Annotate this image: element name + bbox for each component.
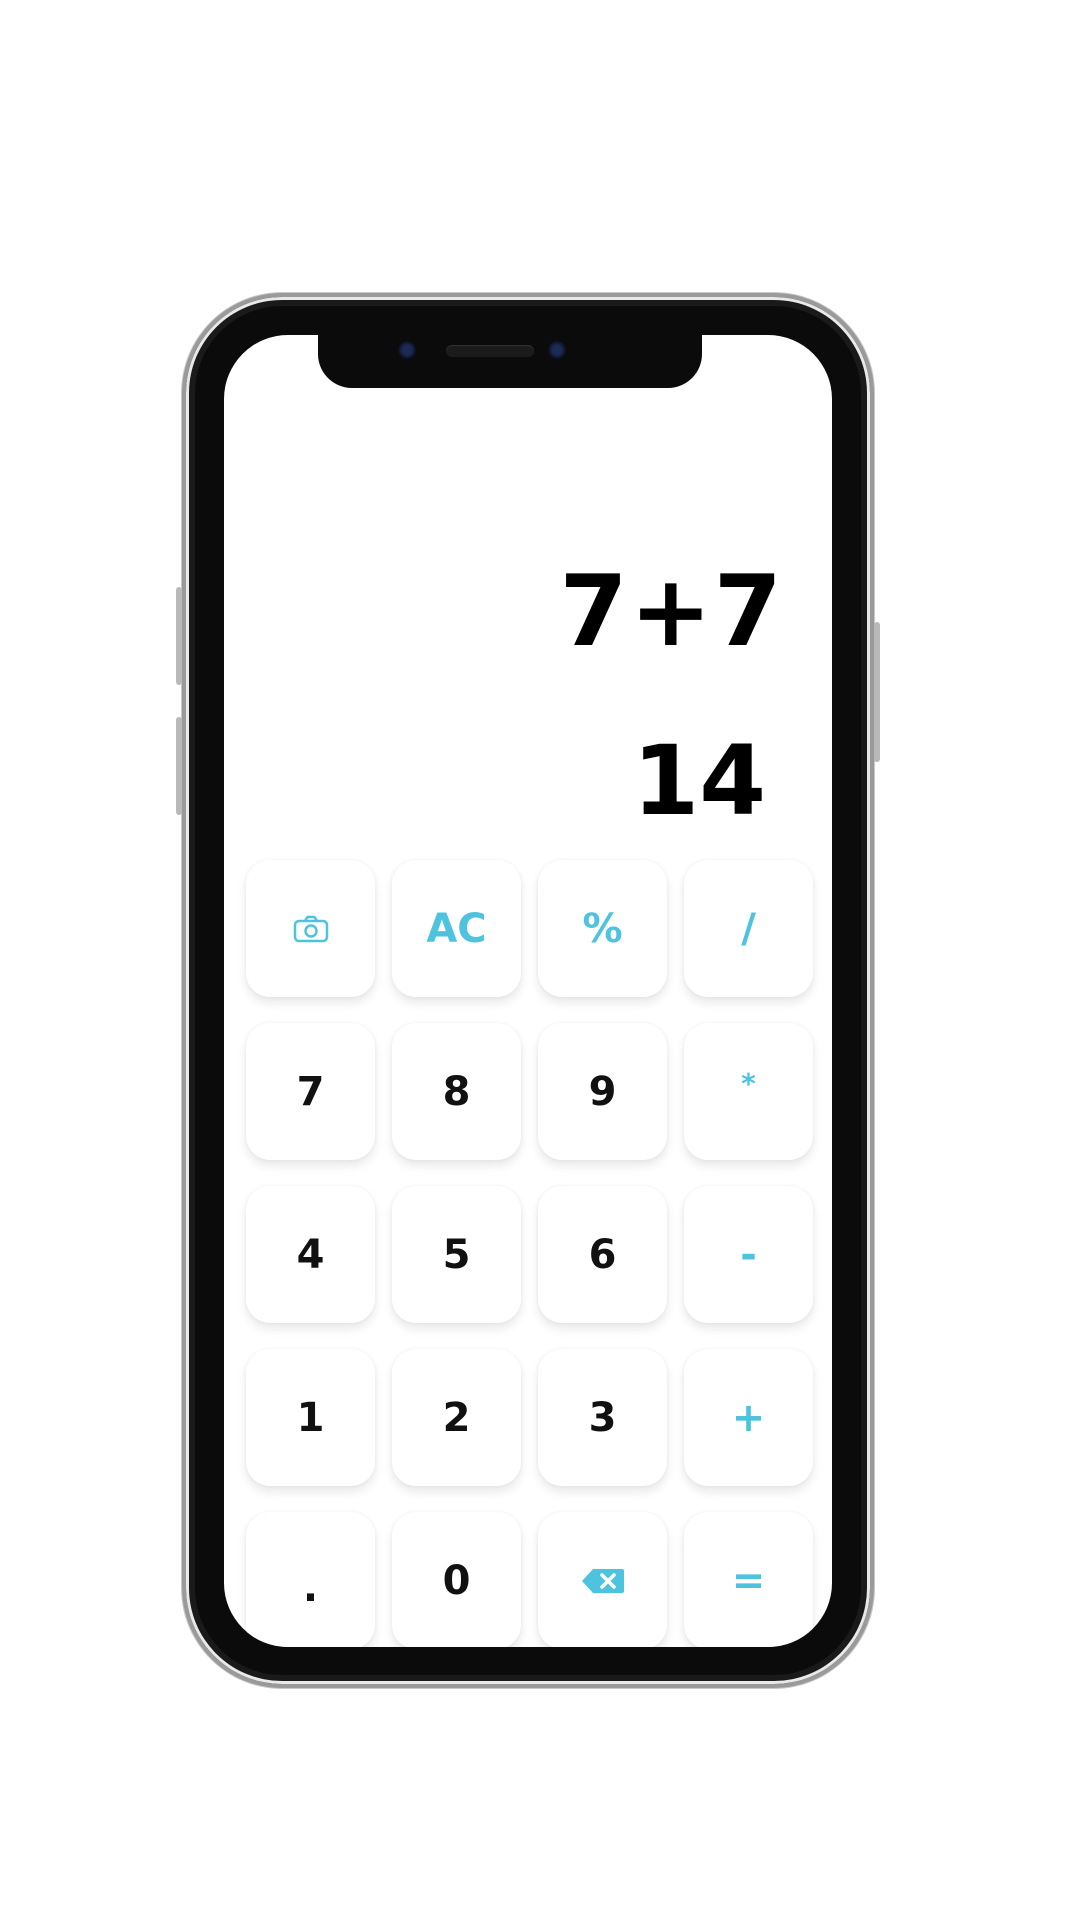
volume-down-button [176,717,182,815]
result-display: 14 [632,725,766,837]
subtract-button[interactable]: - [684,1186,813,1323]
backspace-button[interactable] [538,1512,667,1647]
camera-button[interactable] [246,860,375,997]
digit-8-label: 8 [442,1068,471,1115]
digit-0-label: 0 [442,1557,471,1604]
digit-2-button[interactable]: 2 [392,1349,521,1486]
all-clear-label: AC [426,905,487,952]
subtract-label: - [740,1231,757,1278]
power-button [874,622,880,762]
divide-label: / [741,905,756,952]
phone-notch [318,333,702,388]
add-label: + [731,1394,766,1441]
multiply-button[interactable]: * [684,1023,813,1160]
digit-9-label: 9 [588,1068,617,1115]
multiply-label: * [741,1066,756,1100]
digit-9-button[interactable]: 9 [538,1023,667,1160]
digit-4-button[interactable]: 4 [246,1186,375,1323]
backspace-icon [581,1568,624,1593]
front-camera-icon [398,341,416,359]
decimal-button[interactable]: . [246,1512,375,1647]
digit-1-label: 1 [296,1394,325,1441]
digit-5-button[interactable]: 5 [392,1186,521,1323]
digit-3-label: 3 [588,1394,617,1441]
camera-icon [293,915,328,942]
digit-7-label: 7 [296,1068,325,1115]
decimal-label: . [302,1564,319,1611]
digit-5-label: 5 [442,1231,471,1278]
digit-6-label: 6 [588,1231,617,1278]
equals-button[interactable]: = [684,1512,813,1647]
phone-frame: 7+7 14 AC % / 7 8 9 * 4 5 6 - 1 2 3 + . … [176,293,880,1688]
app-screen: 7+7 14 AC % / 7 8 9 * 4 5 6 - 1 2 3 + . … [224,335,832,1647]
digit-7-button[interactable]: 7 [246,1023,375,1160]
digit-8-button[interactable]: 8 [392,1023,521,1160]
volume-up-button [176,587,182,685]
sensor-icon [548,341,566,359]
digit-2-label: 2 [442,1394,471,1441]
digit-0-button[interactable]: 0 [392,1512,521,1647]
add-button[interactable]: + [684,1349,813,1486]
divide-button[interactable]: / [684,860,813,997]
earpiece-speaker [446,345,534,357]
equals-label: = [731,1557,766,1604]
digit-4-label: 4 [296,1231,325,1278]
digit-6-button[interactable]: 6 [538,1186,667,1323]
all-clear-button[interactable]: AC [392,860,521,997]
digit-3-button[interactable]: 3 [538,1349,667,1486]
percent-button[interactable]: % [538,860,667,997]
expression-display: 7+7 [559,555,784,669]
percent-label: % [582,905,623,952]
digit-1-button[interactable]: 1 [246,1349,375,1486]
